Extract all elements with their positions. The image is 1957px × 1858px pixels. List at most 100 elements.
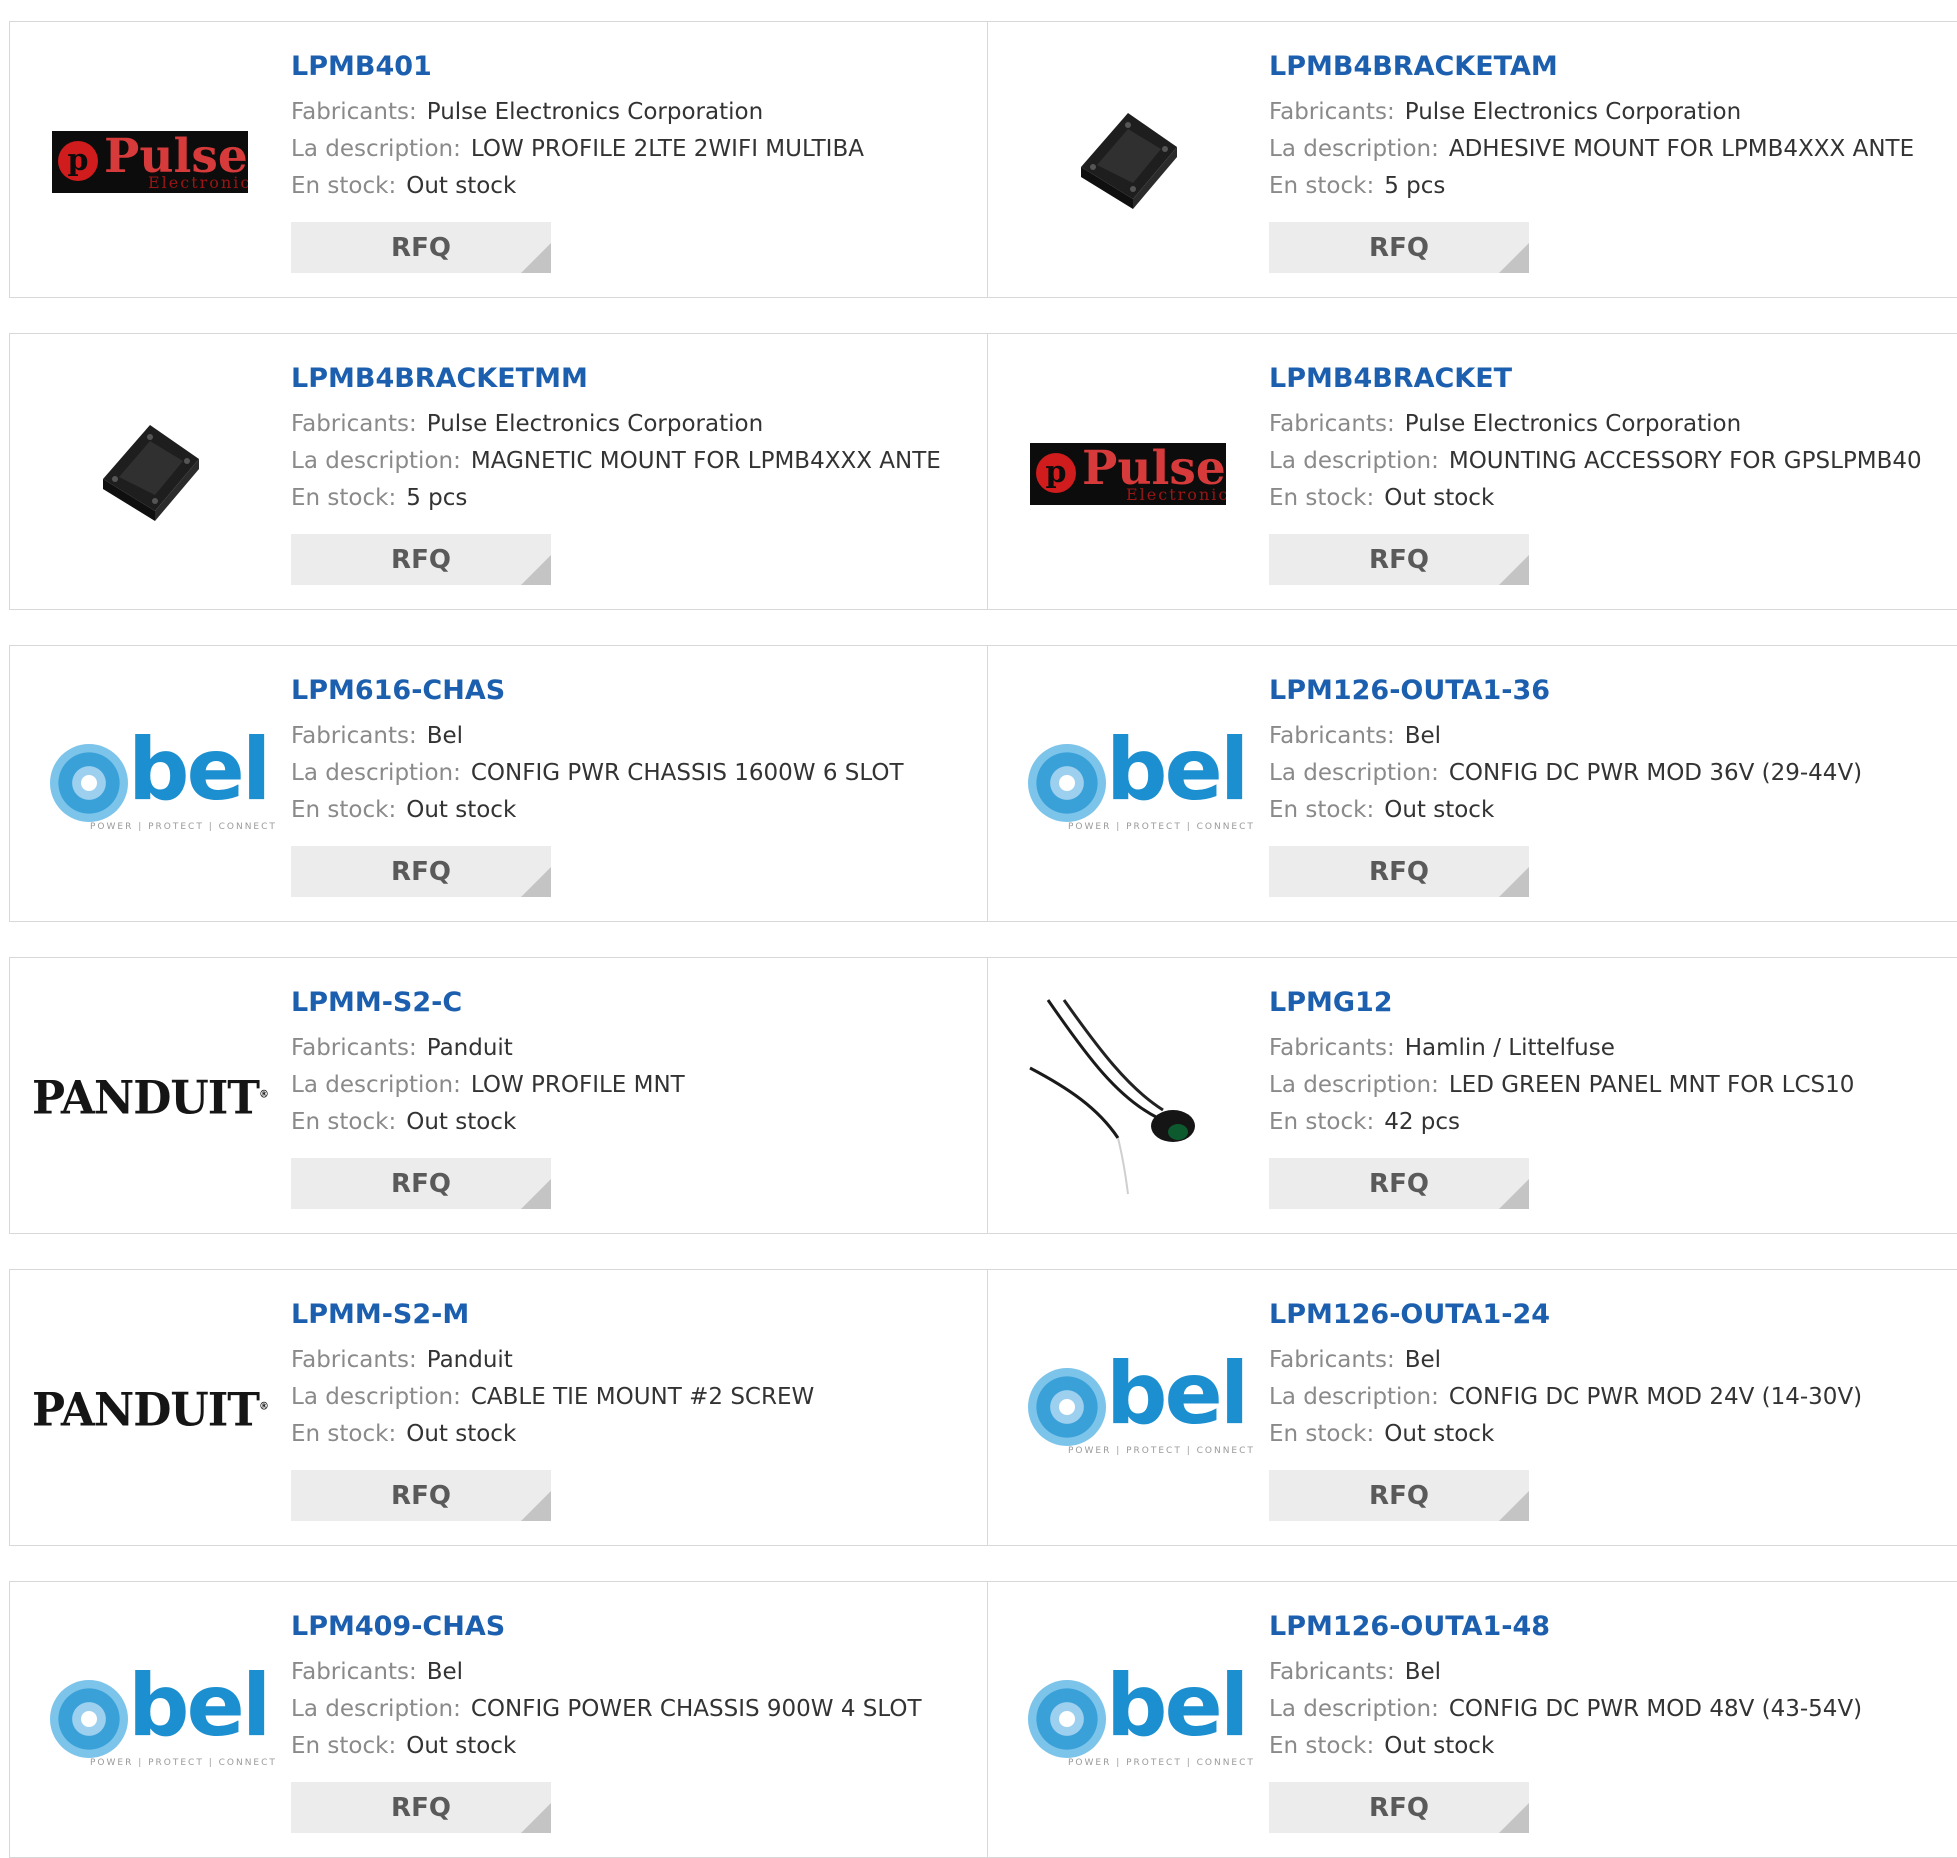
rfq-button-label: RFQ — [1369, 1168, 1429, 1199]
product-image[interactable] — [1028, 999, 1228, 1195]
manufacturer-label: Fabricants: — [291, 1347, 417, 1373]
product-image[interactable]: bel POWER | PROTECT | CONNECT — [1028, 720, 1253, 836]
description-value: CABLE TIE MOUNT #2 SCREW — [470, 1384, 815, 1410]
description-value: LED GREEN PANEL MNT FOR LCS10 — [1448, 1072, 1855, 1098]
manufacturer-value: Pulse Electronics Corporation — [426, 99, 764, 125]
rfq-button[interactable]: RFQ — [1269, 534, 1529, 585]
description-value: CONFIG DC PWR MOD 48V (43-54V) — [1448, 1696, 1863, 1722]
rfq-button[interactable]: RFQ — [291, 1470, 551, 1521]
stock-line: En stock: Out stock — [291, 168, 977, 205]
corner-triangle-icon — [1499, 555, 1529, 585]
part-number-link[interactable]: LPM126-OUTA1-24 — [1269, 1298, 1947, 1332]
part-number-link[interactable]: LPM409-CHAS — [291, 1610, 977, 1644]
manufacturer-value: Bel — [426, 723, 464, 749]
product-row: bel POWER | PROTECT | CONNECT LPM409-CHAS… — [9, 1581, 1957, 1858]
product-image[interactable]: PANDUIT® — [32, 1048, 269, 1148]
product-row: pPulseElectronics LPMB401 Fabricants: Pul… — [9, 21, 1957, 298]
description-line: La description: LOW PROFILE MNT — [291, 1067, 977, 1104]
bel-logo-mark-icon — [50, 1680, 128, 1758]
corner-triangle-icon — [521, 555, 551, 585]
product-image[interactable]: bel POWER | PROTECT | CONNECT — [1028, 1344, 1253, 1460]
description-value: LOW PROFILE 2LTE 2WIFI MULTIBA — [470, 136, 864, 162]
product-image[interactable]: PANDUIT® — [32, 1360, 269, 1460]
product-info: LPMG12 Fabricants: Hamlin / Littelfuse La… — [1269, 986, 1947, 1141]
product-image[interactable]: bel POWER | PROTECT | CONNECT — [50, 720, 275, 836]
part-number-link[interactable]: LPMB401 — [291, 50, 977, 84]
stock-value: Out stock — [1384, 797, 1495, 823]
manufacturer-line: Fabricants: Pulse Electronics Corporation — [1269, 406, 1947, 443]
bel-logo-word: bel — [1106, 720, 1249, 820]
rfq-button[interactable]: RFQ — [1269, 846, 1529, 897]
part-number-link[interactable]: LPMB4BRACKET — [1269, 362, 1947, 396]
rfq-button[interactable]: RFQ — [1269, 1158, 1529, 1209]
product-info: LPMM-S2-M Fabricants: Panduit La descript… — [291, 1298, 977, 1453]
rfq-button[interactable]: RFQ — [1269, 1470, 1529, 1521]
part-number-link[interactable]: LPMB4BRACKETAM — [1269, 50, 1947, 84]
led-indicator-image — [1029, 999, 1195, 1195]
rfq-button[interactable]: RFQ — [291, 846, 551, 897]
rfq-button-label: RFQ — [391, 1168, 451, 1199]
product-card: bel POWER | PROTECT | CONNECT LPM126-OUTA… — [988, 1582, 1957, 1857]
rfq-button-label: RFQ — [1369, 1480, 1429, 1511]
part-number-link[interactable]: LPM126-OUTA1-48 — [1269, 1610, 1947, 1644]
pulse-logo-mark-icon: p — [1036, 453, 1076, 493]
pulse-logo: pPulseElectronics — [52, 131, 248, 193]
product-card: bel POWER | PROTECT | CONNECT LPM409-CHAS… — [9, 1582, 988, 1857]
manufacturer-value: Pulse Electronics Corporation — [1404, 411, 1742, 437]
stock-label: En stock: — [1269, 1421, 1375, 1447]
rfq-button[interactable]: RFQ — [1269, 222, 1529, 273]
part-number-link[interactable]: LPMG12 — [1269, 986, 1947, 1020]
stock-label: En stock: — [1269, 173, 1375, 199]
corner-triangle-icon — [521, 243, 551, 273]
rfq-button[interactable]: RFQ — [291, 1158, 551, 1209]
product-image[interactable]: bel POWER | PROTECT | CONNECT — [50, 1656, 275, 1772]
part-number-link[interactable]: LPMM-S2-M — [291, 1298, 977, 1332]
rfq-button-label: RFQ — [391, 856, 451, 887]
manufacturer-label: Fabricants: — [291, 723, 417, 749]
product-info: LPM126-OUTA1-36 Fabricants: Bel La descri… — [1269, 674, 1947, 829]
description-label: La description: — [1269, 1384, 1439, 1410]
product-image[interactable]: pPulseElectronics — [50, 112, 250, 212]
mount-bracket-image — [103, 425, 199, 521]
description-value: LOW PROFILE MNT — [470, 1072, 685, 1098]
part-number-link[interactable]: LPM616-CHAS — [291, 674, 977, 708]
bel-logo: bel POWER | PROTECT | CONNECT — [1028, 720, 1253, 836]
product-info: LPM616-CHAS Fabricants: Bel La descriptio… — [291, 674, 977, 829]
rfq-button[interactable]: RFQ — [291, 222, 551, 273]
corner-triangle-icon — [1499, 1491, 1529, 1521]
manufacturer-label: Fabricants: — [291, 1035, 417, 1061]
part-number-link[interactable]: LPMM-S2-C — [291, 986, 977, 1020]
description-value: CONFIG POWER CHASSIS 900W 4 SLOT — [470, 1696, 922, 1722]
part-number-link[interactable]: LPMB4BRACKETMM — [291, 362, 977, 396]
manufacturer-label: Fabricants: — [291, 99, 417, 125]
corner-triangle-icon — [1499, 867, 1529, 897]
description-line: La description: CONFIG PWR CHASSIS 1600W … — [291, 755, 977, 792]
rfq-button[interactable]: RFQ — [1269, 1782, 1529, 1833]
part-number-link[interactable]: LPM126-OUTA1-36 — [1269, 674, 1947, 708]
product-card: LPMB4BRACKETAM Fabricants: Pulse Electron… — [988, 22, 1957, 297]
bel-logo-tagline: POWER | PROTECT | CONNECT — [1068, 822, 1255, 832]
description-line: La description: LOW PROFILE 2LTE 2WIFI MU… — [291, 131, 977, 168]
product-image[interactable]: bel POWER | PROTECT | CONNECT — [1028, 1656, 1253, 1772]
rfq-button[interactable]: RFQ — [291, 1782, 551, 1833]
mount-bracket-image — [1081, 113, 1177, 209]
manufacturer-value: Bel — [426, 1659, 464, 1685]
product-card: bel POWER | PROTECT | CONNECT LPM126-OUTA… — [988, 646, 1957, 921]
stock-value: 5 pcs — [1384, 173, 1446, 199]
rfq-button[interactable]: RFQ — [291, 534, 551, 585]
description-line: La description: CABLE TIE MOUNT #2 SCREW — [291, 1379, 977, 1416]
product-info: LPMB4BRACKETAM Fabricants: Pulse Electron… — [1269, 50, 1947, 205]
rfq-button-label: RFQ — [391, 232, 451, 263]
stock-line: En stock: Out stock — [291, 792, 977, 829]
manufacturer-line: Fabricants: Pulse Electronics Corporation — [291, 406, 977, 443]
product-image[interactable] — [50, 424, 250, 524]
stock-line: En stock: Out stock — [291, 1728, 977, 1765]
product-row: PANDUIT® LPMM-S2-C Fabricants: Panduit La… — [9, 957, 1957, 1234]
product-row: bel POWER | PROTECT | CONNECT LPM616-CHAS… — [9, 645, 1957, 922]
rfq-button-label: RFQ — [1369, 856, 1429, 887]
manufacturer-label: Fabricants: — [1269, 1347, 1395, 1373]
bel-logo-word: bel — [1106, 1656, 1249, 1756]
product-image[interactable] — [1028, 112, 1228, 212]
description-line: La description: CONFIG POWER CHASSIS 900W… — [291, 1691, 977, 1728]
product-image[interactable]: pPulseElectronics — [1028, 424, 1228, 524]
